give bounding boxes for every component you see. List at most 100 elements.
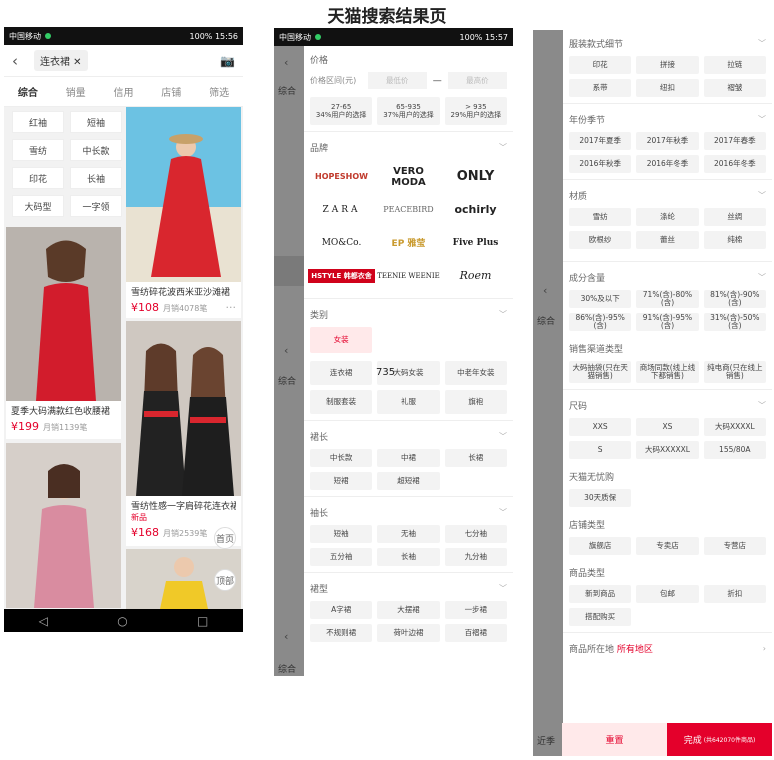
brand-logo[interactable]: HOPESHOW	[308, 160, 375, 193]
price-preset[interactable]: > 935 29%用户的选择	[444, 97, 507, 125]
sleeve-section-title[interactable]: 袖长 ﹀	[304, 499, 513, 521]
material-option[interactable]: 雪纺	[569, 208, 632, 226]
shape-option[interactable]: A字裙	[310, 601, 373, 619]
length-option[interactable]: 中长款	[310, 449, 373, 467]
brand-logo[interactable]: ONLY	[442, 160, 509, 193]
back-icon[interactable]: ‹	[12, 52, 26, 70]
nav-home-icon[interactable]: ○	[117, 614, 127, 628]
sleeve-option[interactable]: 九分袖	[444, 548, 507, 566]
brand-logo[interactable]: EP 雅莹	[375, 226, 442, 259]
tag-item[interactable]: 雪纺	[12, 139, 64, 161]
detail-option[interactable]: 拉链	[703, 56, 766, 74]
sleeve-option[interactable]: 七分袖	[444, 525, 507, 543]
shape-option[interactable]: 百褶裙	[444, 624, 507, 642]
season-option[interactable]: 2016年秋季	[569, 155, 632, 173]
done-button[interactable]: 完成 (共642070件商品)	[667, 723, 772, 756]
brand-logo[interactable]: MO&Co.	[308, 226, 375, 259]
size-option[interactable]: 大码XXXXXL	[636, 441, 699, 459]
shape-option[interactable]: 大摆裙	[377, 601, 440, 619]
brand-logo[interactable]: ZARA	[308, 193, 375, 226]
nav-recent-icon[interactable]: □	[197, 614, 208, 628]
shape-option[interactable]: 一步裙	[444, 601, 507, 619]
category-option[interactable]: 旗袍	[444, 390, 507, 414]
tag-item[interactable]: 长袖	[70, 167, 122, 189]
season-section-title[interactable]: 年份季节 ﹀	[563, 106, 772, 128]
category-option[interactable]: 礼服	[377, 390, 440, 414]
back-to-top-fab[interactable]: 顶部	[214, 569, 236, 591]
goods-option[interactable]: 包邮	[636, 585, 699, 603]
product-card-1[interactable]: 夏季大码满款红色收腰裙 ¥199 月销1139笔	[6, 401, 121, 439]
tag-item[interactable]: 印花	[12, 167, 64, 189]
content-option[interactable]: 31%(含)-50%(含)	[703, 313, 766, 331]
size-option[interactable]: XXS	[569, 418, 632, 436]
product-card-2[interactable]: 雪纺碎花波西米亚沙滩裙 ¥108 月销4078笔 ···	[126, 282, 241, 318]
price-preset[interactable]: 27-65 34%用户的选择	[310, 97, 373, 125]
camera-icon[interactable]: 📷	[220, 54, 235, 68]
sleeve-option[interactable]: 长袖	[377, 548, 440, 566]
shape-section-title[interactable]: 裙型 ﹀	[304, 575, 513, 597]
price-preset[interactable]: 65-935 37%用户的选择	[377, 97, 440, 125]
material-option[interactable]: 涤纶	[636, 208, 699, 226]
brand-logo[interactable]: PEACEBIRD	[375, 193, 442, 226]
season-option[interactable]: 2017年夏季	[569, 132, 632, 150]
brand-section-title[interactable]: 品牌 ﹀	[304, 134, 513, 156]
tmall-option[interactable]: 30天质保	[569, 489, 632, 507]
category-option[interactable]: 连衣裙	[310, 361, 373, 385]
brand-logo[interactable]: Five Plus	[442, 226, 509, 259]
tag-item[interactable]: 短袖	[70, 111, 122, 133]
min-price-input[interactable]: 最低价	[367, 72, 427, 89]
product-image-3[interactable]	[126, 321, 241, 496]
shape-option[interactable]: 荷叶边裙	[377, 624, 440, 642]
channel-option[interactable]: 纯电商(只在线上销售)	[703, 361, 766, 383]
store-section-title[interactable]: 店铺类型	[563, 511, 772, 533]
store-option[interactable]: 专营店	[703, 537, 766, 555]
size-option[interactable]: S	[569, 441, 632, 459]
material-option[interactable]: 欧根纱	[569, 231, 632, 249]
sort-default[interactable]: 综合	[18, 84, 38, 99]
sort-sales[interactable]: 销量	[66, 84, 86, 99]
goods-option[interactable]: 折扣	[703, 585, 766, 603]
season-option[interactable]: 2016年冬季	[703, 155, 766, 173]
length-option[interactable]: 短裙	[310, 472, 373, 490]
content-option[interactable]: 91%(含)-95%(含)	[636, 313, 699, 331]
detail-option[interactable]: 拼接	[636, 56, 699, 74]
tag-item[interactable]: 大码型	[12, 195, 64, 217]
tmall-section-title[interactable]: 天猫无忧购	[563, 463, 772, 485]
material-option[interactable]: 蕾丝	[636, 231, 699, 249]
detail-option[interactable]: 褶皱	[703, 79, 766, 97]
content-section-title[interactable]: 成分含量 ﹀	[563, 264, 772, 286]
store-option[interactable]: 旗舰店	[569, 537, 632, 555]
brand-logo-cell[interactable]: HSTYLE 韩都衣舍	[308, 259, 375, 292]
category-selected[interactable]: 女装	[310, 327, 373, 353]
season-option[interactable]: 2016年冬季	[636, 155, 699, 173]
content-option[interactable]: 71%(含)-80%(含)	[636, 290, 699, 308]
product-image-2[interactable]	[126, 107, 241, 282]
detail-option[interactable]: 纽扣	[636, 79, 699, 97]
length-option[interactable]: 中裙	[377, 449, 440, 467]
category-section-title[interactable]: 类别 ﹀	[304, 301, 513, 323]
brand-logo[interactable]: Roem	[442, 259, 509, 292]
channel-option[interactable]: 大码抽袋(只在天猫销售)	[569, 361, 632, 383]
sleeve-option[interactable]: 五分袖	[310, 548, 373, 566]
size-section-title[interactable]: 尺码 ﹀	[563, 392, 772, 414]
sleeve-option[interactable]: 无袖	[377, 525, 440, 543]
tag-item[interactable]: 红袖	[12, 111, 64, 133]
content-option[interactable]: 86%(含)-95%(含)	[569, 313, 632, 331]
reset-button[interactable]: 重置	[562, 723, 667, 756]
tag-item[interactable]: 中长款	[70, 139, 122, 161]
detail-option[interactable]: 印花	[569, 56, 632, 74]
channel-option[interactable]: 商场同款(线上线下都销售)	[636, 361, 699, 383]
category-option[interactable]: 制服套装	[310, 390, 373, 414]
content-option[interactable]: 81%(含)-90%(含)	[703, 290, 766, 308]
sleeve-option[interactable]: 短袖	[310, 525, 373, 543]
home-fab[interactable]: 首页	[214, 527, 236, 549]
store-option[interactable]: 专卖店	[636, 537, 699, 555]
sort-store[interactable]: 店铺	[161, 84, 181, 99]
more-icon[interactable]: ···	[226, 301, 237, 314]
length-section-title[interactable]: 裙长 ﹀	[304, 423, 513, 445]
location-row[interactable]: 商品所在地 所有地区 ›	[563, 635, 772, 657]
channel-section-title[interactable]: 销售渠道类型	[563, 335, 772, 357]
size-option[interactable]: 大码XXXXL	[703, 418, 766, 436]
goods-section-title[interactable]: 商品类型	[563, 559, 772, 581]
product-image-4[interactable]	[6, 443, 121, 608]
